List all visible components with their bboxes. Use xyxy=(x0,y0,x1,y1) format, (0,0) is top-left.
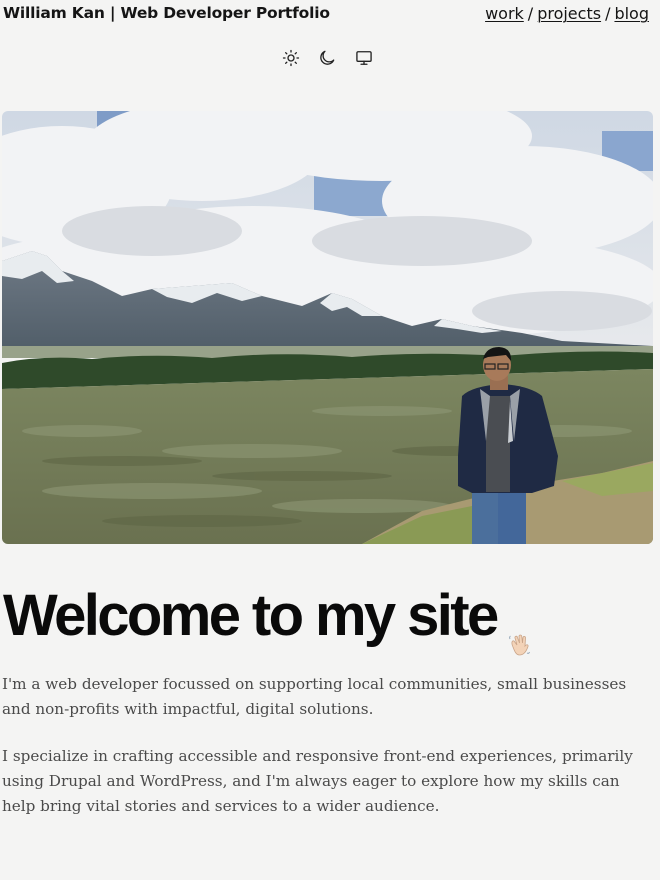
nav-link-projects[interactable]: projects xyxy=(537,4,601,23)
hero-photo xyxy=(2,111,653,544)
main-nav: work / projects / blog xyxy=(485,4,649,23)
theme-switcher xyxy=(280,48,380,68)
site-title[interactable]: William Kan | Web Developer Portfolio xyxy=(3,4,330,22)
monitor-icon xyxy=(356,51,372,65)
nav-separator: / xyxy=(527,4,534,23)
nav-link-work[interactable]: work xyxy=(485,4,524,23)
system-mode-button[interactable] xyxy=(354,48,374,68)
sun-icon xyxy=(282,49,300,67)
light-mode-button[interactable] xyxy=(281,48,301,68)
dark-mode-button[interactable] xyxy=(317,48,337,68)
moon-icon xyxy=(320,50,335,65)
waving-hand-icon xyxy=(507,605,533,656)
page-heading-text: Welcome to my site xyxy=(3,583,499,648)
intro-paragraph-1: I'm a web developer focussed on supporti… xyxy=(2,675,627,718)
nav-separator: / xyxy=(605,4,611,23)
page-heading: Welcome to my site xyxy=(3,582,533,656)
hero-photo-illustration xyxy=(2,111,653,544)
intro-paragraph-2: I specialize in crafting accessible and … xyxy=(2,747,633,815)
site-header: William Kan | Web Developer Portfolio wo… xyxy=(0,0,660,30)
nav-link-blog[interactable]: blog xyxy=(614,4,649,23)
